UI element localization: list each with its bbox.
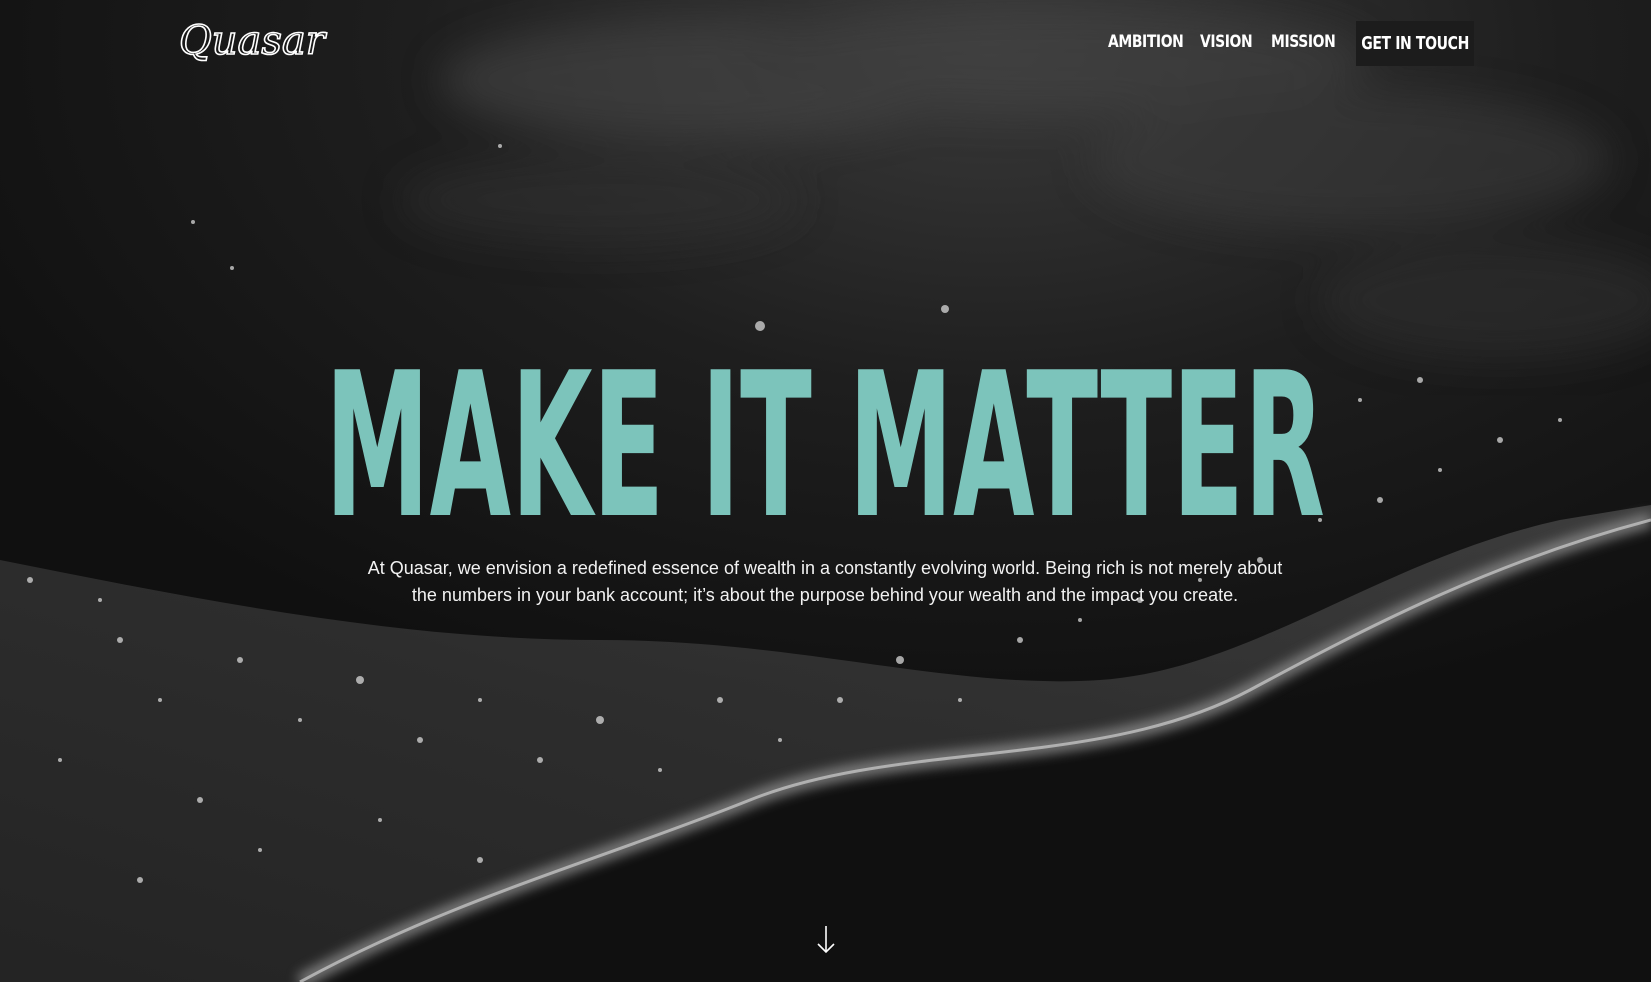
nav-item-vision[interactable]: VISION [1200,32,1253,52]
get-in-touch-label: GET IN TOUCH [1361,33,1469,54]
arrow-down-icon[interactable] [814,924,838,956]
nav-item-ambition[interactable]: AMBITION [1108,32,1184,52]
get-in-touch-button[interactable]: GET IN TOUCH [1356,21,1474,66]
hero-headline-text: MAKE IT MATTER [325,345,1325,525]
hero-description: At Quasar, we envision a redefined essen… [367,558,1283,605]
nav-item-mission[interactable]: MISSION [1271,32,1336,52]
hero-headline: MAKE IT MATTER [325,345,1325,525]
hero-section: Quasar AMBITION VISION MISSION GET IN TO… [0,0,1651,982]
